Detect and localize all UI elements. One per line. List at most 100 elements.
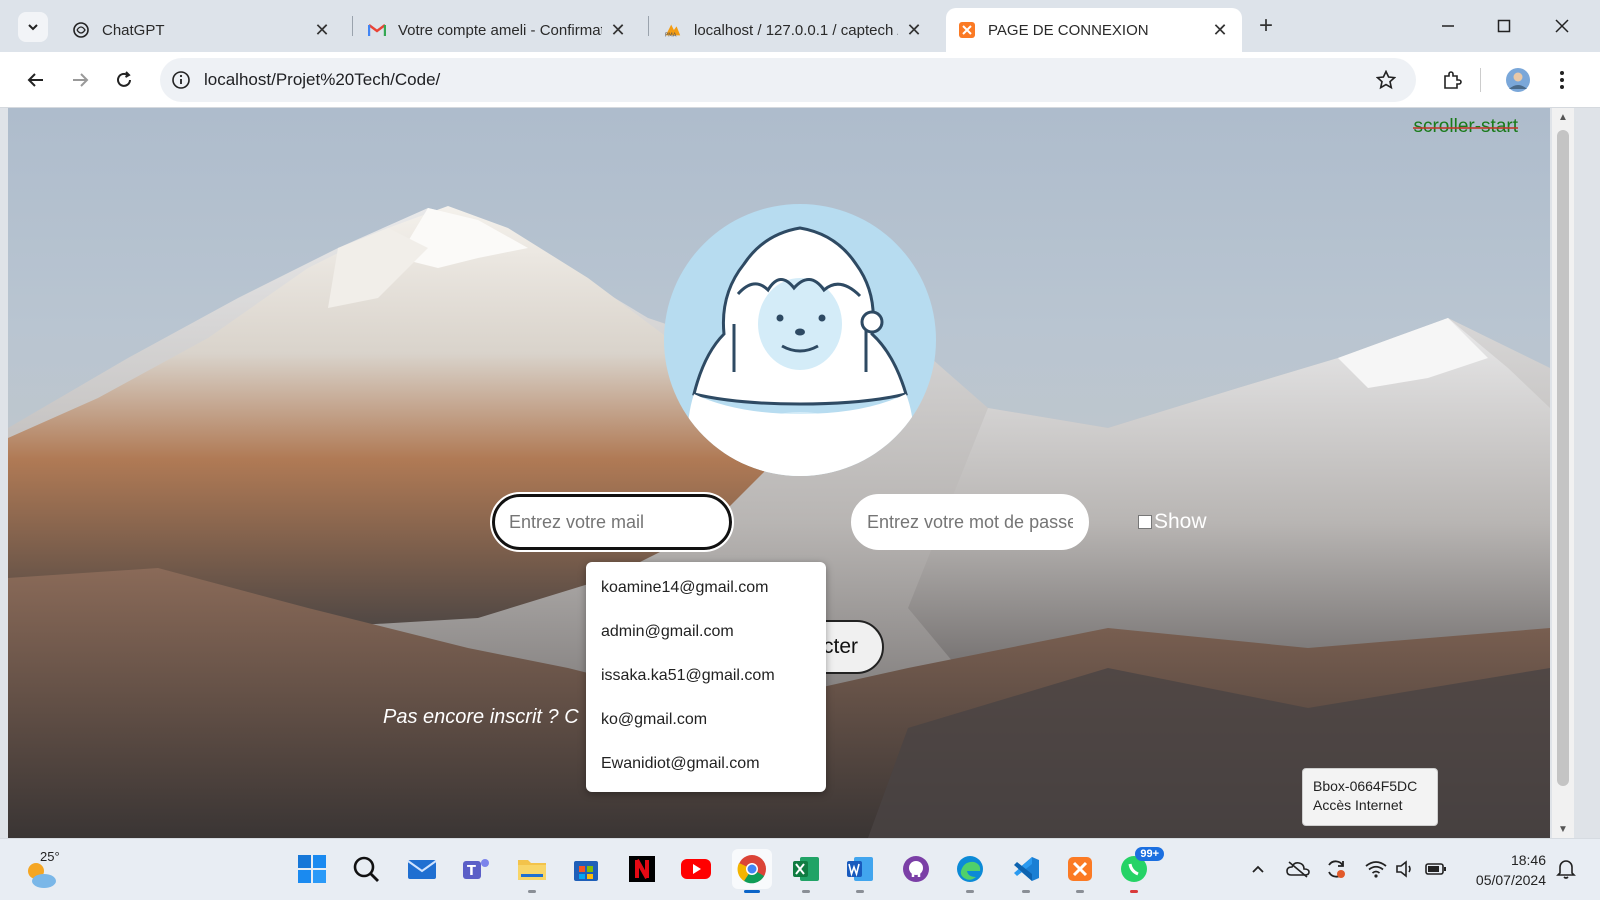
wifi-tray[interactable]: [1364, 857, 1388, 881]
network-tooltip: Bbox-0664F5DC Accès Internet: [1302, 768, 1438, 826]
autocomplete-option[interactable]: admin@gmail.com: [586, 610, 826, 654]
close-tab-icon[interactable]: ✕: [312, 20, 332, 40]
show-password-label: Show: [1154, 510, 1207, 533]
search-icon: [353, 856, 379, 882]
taskbar-youtube[interactable]: [676, 849, 716, 889]
taskbar-teams[interactable]: T: [456, 849, 496, 889]
bookmark-star-icon[interactable]: [1374, 68, 1398, 92]
close-window-button[interactable]: [1542, 10, 1582, 42]
scroll-up-arrow-icon[interactable]: ▲: [1557, 112, 1569, 124]
taskbar-word[interactable]: [840, 849, 880, 893]
tab-ameli[interactable]: Votre compte ameli - Confirmat ✕: [356, 8, 640, 52]
minimize-icon: [1442, 25, 1454, 27]
autocomplete-option[interactable]: ko@gmail.com: [586, 698, 826, 742]
taskbar-chrome[interactable]: [732, 849, 772, 893]
chrome-icon: [737, 855, 766, 884]
reload-button[interactable]: [108, 64, 140, 96]
running-indicator: [1076, 890, 1084, 893]
running-indicator: [1130, 890, 1138, 893]
extensions-button[interactable]: [1436, 64, 1468, 96]
yeti-avatar: [664, 204, 936, 476]
taskbar-file-explorer[interactable]: [512, 849, 552, 893]
scroller-start-label: scroller-start: [1413, 116, 1518, 137]
email-autocomplete-dropdown: koamine14@gmail.com admin@gmail.com issa…: [586, 562, 826, 792]
clock-date: 05/07/2024: [1475, 872, 1546, 888]
maximize-icon: [1497, 19, 1511, 33]
tab-chatgpt[interactable]: ChatGPT ✕: [60, 8, 344, 52]
volume-tray[interactable]: [1394, 857, 1418, 881]
tab-separator: [352, 16, 353, 36]
speaker-icon: [1396, 860, 1411, 878]
autocomplete-option[interactable]: koamine14@gmail.com: [586, 566, 826, 610]
maximize-button[interactable]: [1484, 10, 1524, 42]
show-password-toggle[interactable]: Show: [1138, 510, 1207, 534]
taskbar-xampp[interactable]: [1060, 849, 1100, 893]
new-tab-button[interactable]: +: [1252, 12, 1280, 40]
system-clock[interactable]: 18:46 05/07/2024: [1466, 850, 1546, 890]
onedrive-tray[interactable]: [1286, 857, 1310, 881]
svg-text:T: T: [467, 864, 476, 879]
close-tab-icon[interactable]: ✕: [904, 20, 924, 40]
forward-button[interactable]: [64, 64, 96, 96]
tab-title: localhost / 127.0.0.1 / captech /: [694, 21, 898, 39]
active-indicator: [744, 890, 760, 893]
page-scrollbar[interactable]: ▲ ▼: [1552, 108, 1574, 838]
running-indicator: [856, 890, 864, 893]
tab-search-button[interactable]: [18, 12, 48, 42]
taskbar-whatsapp[interactable]: 99+: [1114, 847, 1164, 893]
mail-icon: [407, 860, 437, 879]
autocomplete-option[interactable]: issaka.ka51@gmail.com: [586, 654, 826, 698]
taskbar-github[interactable]: [896, 849, 936, 889]
close-tab-icon[interactable]: ✕: [608, 20, 628, 40]
notifications-button[interactable]: [1554, 857, 1578, 881]
tab-title: ChatGPT: [102, 21, 165, 39]
signup-link[interactable]: Pas encore inscrit ? C: [383, 706, 579, 729]
edge-icon: [957, 856, 983, 882]
close-icon: [1555, 19, 1569, 33]
back-button[interactable]: [20, 64, 52, 96]
word-icon: [847, 857, 873, 881]
yeti-icon: [686, 226, 914, 476]
taskbar-mail[interactable]: [402, 849, 442, 889]
profile-button[interactable]: [1502, 64, 1534, 96]
show-hidden-icons-button[interactable]: [1246, 857, 1270, 881]
vscode-icon: [1014, 857, 1039, 881]
url-text[interactable]: localhost/Projet%20Tech/Code/: [204, 70, 440, 90]
show-password-checkbox[interactable]: [1138, 515, 1152, 529]
excel-icon: [793, 857, 819, 881]
phpmyadmin-icon: PMA: [664, 21, 682, 39]
site-info-icon[interactable]: [170, 69, 192, 91]
taskbar-excel[interactable]: [786, 849, 826, 893]
tab-page-connexion[interactable]: PAGE DE CONNEXION ✕: [946, 8, 1242, 52]
weather-widget[interactable]: 25°: [22, 849, 62, 891]
search-button[interactable]: [346, 849, 386, 889]
windows-taskbar: 25° T 99+ 18:46 05/07/2024: [0, 838, 1600, 900]
tab-title: Votre compte ameli - Confirmat: [398, 21, 602, 39]
xampp-icon: [958, 21, 976, 39]
sync-tray[interactable]: [1324, 857, 1348, 881]
battery-tray[interactable]: [1424, 857, 1448, 881]
autocomplete-option[interactable]: Ewanidiot@gmail.com: [586, 742, 826, 786]
login-button-label: cter: [822, 635, 858, 658]
puzzle-icon: [1444, 71, 1462, 89]
tab-title: PAGE DE CONNEXION: [988, 21, 1149, 39]
taskbar-store[interactable]: [566, 849, 606, 889]
close-tab-icon[interactable]: ✕: [1210, 20, 1230, 40]
tab-phpmyadmin[interactable]: PMA localhost / 127.0.0.1 / captech / ✕: [652, 8, 936, 52]
clock-time: 18:46: [1510, 852, 1546, 868]
xampp-icon: [1068, 857, 1092, 881]
browser-toolbar: localhost/Projet%20Tech/Code/: [0, 52, 1600, 108]
scroll-down-arrow-icon[interactable]: ▼: [1557, 824, 1569, 836]
taskbar-vscode[interactable]: [1006, 849, 1046, 893]
scrollbar-thumb[interactable]: [1557, 130, 1569, 786]
taskbar-edge[interactable]: [950, 849, 990, 893]
email-input[interactable]: [490, 492, 734, 552]
menu-button[interactable]: [1546, 64, 1578, 96]
address-bar[interactable]: localhost/Projet%20Tech/Code/: [160, 58, 1416, 102]
minimize-button[interactable]: [1428, 10, 1468, 42]
taskbar-netflix[interactable]: [622, 849, 662, 889]
running-indicator: [966, 890, 974, 893]
network-status: Accès Internet: [1313, 797, 1403, 813]
password-input[interactable]: [851, 494, 1089, 550]
start-button[interactable]: [292, 849, 332, 889]
